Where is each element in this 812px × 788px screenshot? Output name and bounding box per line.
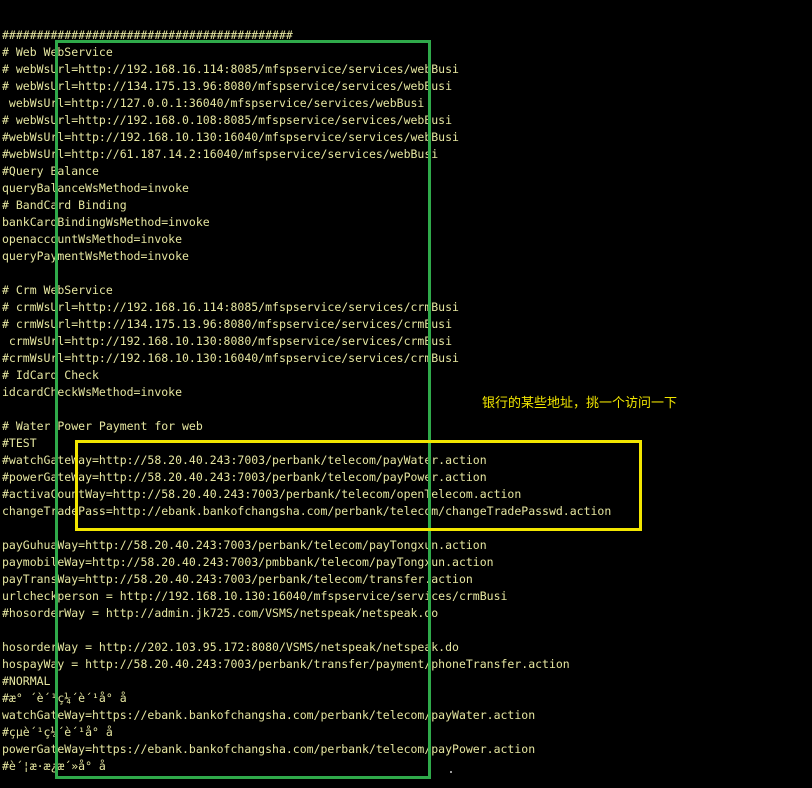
terminal-line: ########################################…	[2, 28, 293, 42]
terminal-line: watchGateWay=https://ebank.bankofchangsh…	[2, 708, 536, 722]
terminal-line: payTransWay=http://58.20.40.243:7003/per…	[2, 572, 473, 586]
terminal-line: #powerGateWay=http://58.20.40.243:7003/p…	[2, 470, 487, 484]
terminal-line: hospayWay = http://58.20.40.243:7003/per…	[2, 657, 570, 671]
terminal-line: idcardCheckWsMethod=invoke	[2, 385, 183, 399]
terminal-line: urlcheckperson = http://192.168.10.130:1…	[2, 589, 508, 603]
terminal-line: # IdCard Check	[2, 368, 99, 382]
terminal-line: bankCardBindingWsMethod=invoke	[2, 215, 210, 229]
terminal-line: # Water Power Payment for web	[2, 419, 203, 433]
terminal-line: #crmWsUrl=http://192.168.10.130:16040/mf…	[2, 351, 459, 365]
terminal-line: queryPaymentWsMethod=invoke	[2, 249, 189, 263]
terminal-line: openaccountWsMethod=invoke	[2, 232, 183, 246]
terminal-line: #Query Balance	[2, 164, 99, 178]
cursor-icon	[450, 771, 452, 773]
terminal-line: webWsUrl=http://127.0.0.1:36040/mfspserv…	[2, 96, 425, 110]
terminal-line: #æ° ´è´¹ç¼´è´¹å° å	[2, 691, 127, 705]
terminal-line: hosorderWay = http://202.103.95.172:8080…	[2, 640, 459, 654]
terminal-line: payGuhuaWay=http://58.20.40.243:7003/per…	[2, 538, 487, 552]
terminal-line: # crmWsUrl=http://134.175.13.96:8080/mfs…	[2, 317, 453, 331]
terminal-line: #webWsUrl=http://61.187.14.2:16040/mfsps…	[2, 147, 439, 161]
terminal-line: # crmWsUrl=http://192.168.16.114:8085/mf…	[2, 300, 459, 314]
terminal-window[interactable]: ########################################…	[2, 27, 810, 777]
terminal-line: #activaCountWay=http://58.20.40.243:7003…	[2, 487, 522, 501]
terminal-line: #è´¦æ·æ¿æ´»å° å	[2, 759, 106, 773]
terminal-line: #TEST	[2, 436, 37, 450]
terminal-line: # BandCard Binding	[2, 198, 127, 212]
terminal-line: #NORMAL	[2, 674, 51, 688]
terminal-line: changeTradePass=http://ebank.bankofchang…	[2, 504, 612, 518]
terminal-line: powerGateWay=https://ebank.bankofchangsh…	[2, 742, 536, 756]
terminal-line: crmWsUrl=http://192.168.10.130:8080/mfsp…	[2, 334, 453, 348]
terminal-line: # webWsUrl=http://192.168.16.114:8085/mf…	[2, 62, 459, 76]
terminal-line: # webWsUrl=http://134.175.13.96:8080/mfs…	[2, 79, 453, 93]
terminal-line: # Crm WebService	[2, 283, 113, 297]
terminal-line: paymobileWay=http://58.20.40.243:7003/pm…	[2, 555, 494, 569]
annotation-text: 银行的某些地址，挑一个访问一下	[482, 396, 678, 411]
terminal-line: #hosorderWay = http://admin.jk725.com/VS…	[2, 606, 439, 620]
terminal-line: #webWsUrl=http://192.168.10.130:16040/mf…	[2, 130, 459, 144]
terminal-line: #çµè´¹ç¼´è´¹å° å	[2, 725, 113, 739]
terminal-line: # webWsUrl=http://192.168.0.108:8085/mfs…	[2, 113, 453, 127]
terminal-line: # Web WebService	[2, 45, 113, 59]
terminal-line: #watchGateWay=http://58.20.40.243:7003/p…	[2, 453, 487, 467]
terminal-line: queryBalanceWsMethod=invoke	[2, 181, 189, 195]
